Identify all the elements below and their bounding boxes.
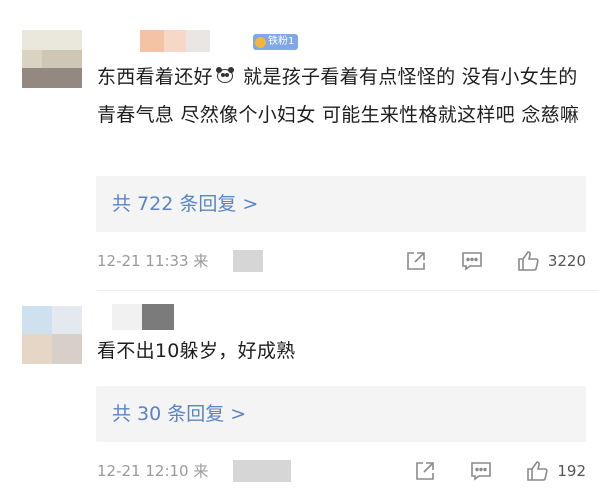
comment-text: 东西看着还好 就是孩子看着有点怪怪的 没有小女生的青春气息 尽然像个小妇女 可能…	[97, 66, 580, 126]
avatar[interactable]	[22, 30, 82, 88]
comment-button[interactable]	[469, 459, 493, 483]
comment-time: 12-21 11:33 来	[97, 252, 209, 270]
fan-badge: 铁粉1	[253, 34, 299, 50]
share-icon	[407, 252, 425, 270]
divider	[97, 290, 598, 291]
view-replies-link[interactable]: 共 30 条回复 >	[112, 386, 246, 442]
fan-badge-icon	[255, 36, 266, 48]
comment-meta: 12-21 12:10 来 192	[97, 458, 586, 484]
share-icon	[416, 462, 435, 480]
reply-box[interactable]: 共 30 条回复 >	[96, 386, 586, 442]
source-mosaic	[233, 460, 291, 482]
comment-item: 看不出10躲岁，好成熟 共 30 条回复 > 12-21 12:10 来 192	[0, 292, 598, 500]
avatar[interactable]	[22, 306, 82, 364]
comment-time: 12-21 12:10 来	[97, 462, 209, 480]
username[interactable]	[140, 30, 210, 52]
source-mosaic	[233, 250, 263, 272]
username[interactable]	[112, 304, 174, 330]
thumbs-up-icon	[527, 461, 548, 481]
like-button[interactable]: 192	[525, 458, 586, 484]
view-replies-link[interactable]: 共 722 条回复 >	[112, 176, 258, 232]
comment-icon	[462, 252, 482, 271]
like-count: 3220	[547, 252, 586, 270]
reply-box[interactable]: 共 722 条回复 >	[96, 176, 586, 232]
share-button[interactable]	[404, 249, 428, 273]
comment-actions: 3220	[372, 248, 586, 274]
like-button[interactable]: 3220	[516, 248, 586, 274]
comment-text: 看不出10躲岁，好成熟	[97, 340, 296, 362]
like-count: 192	[557, 462, 586, 480]
comment-icon	[471, 462, 492, 481]
share-button[interactable]	[413, 459, 437, 483]
panda-icon	[215, 67, 235, 85]
comment-item: 铁粉1 东西看着还好 就是孩子看着有点怪怪的 没有小女生的青春气息 尽然像个小妇…	[0, 0, 598, 290]
comment-actions: 192	[381, 458, 586, 484]
comment-meta: 12-21 11:33 来 3220	[97, 248, 586, 274]
comment-button[interactable]	[460, 249, 484, 273]
thumbs-up-icon	[518, 251, 539, 271]
